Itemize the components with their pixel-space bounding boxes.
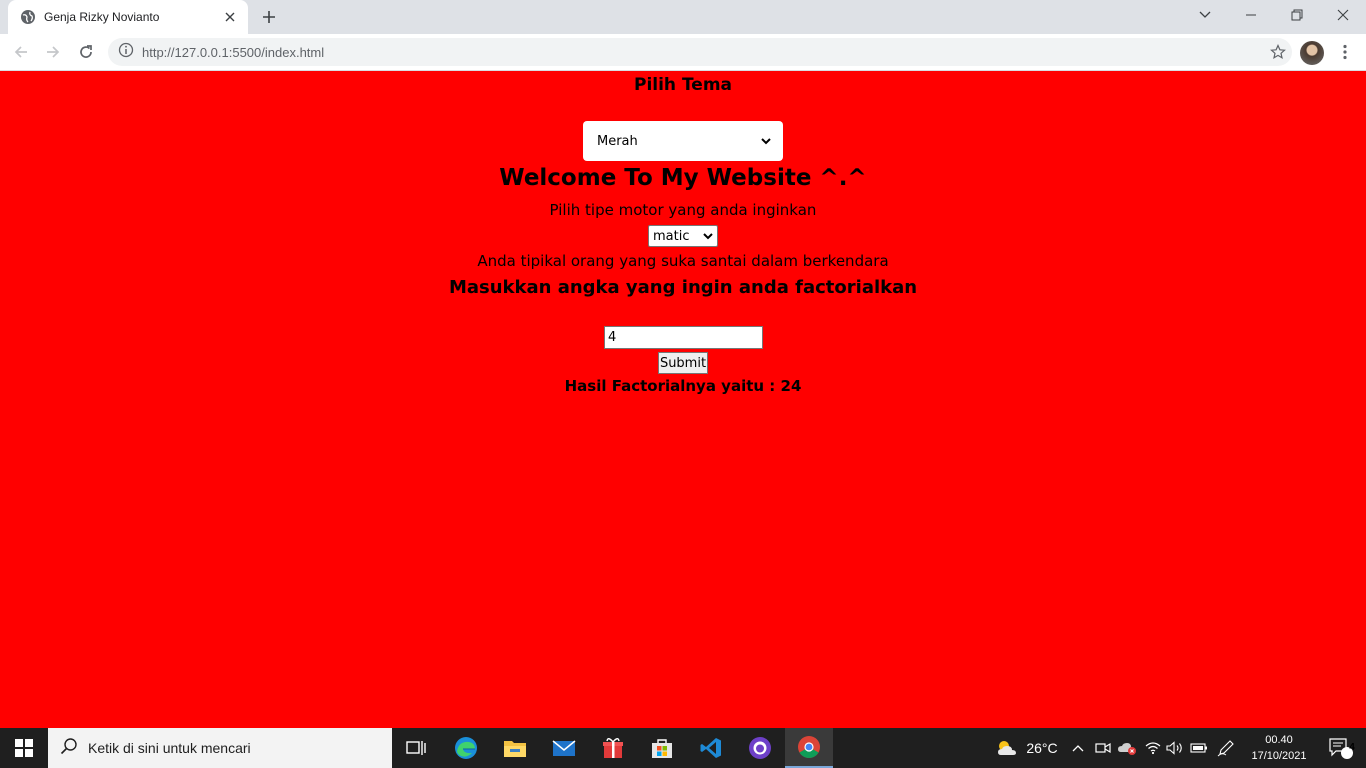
address-bar[interactable]: http://127.0.0.1:5500/index.html	[108, 38, 1292, 66]
motor-select-value: matic	[653, 228, 690, 244]
theme-title: Pilih Tema	[633, 75, 732, 95]
browser-toolbar: http://127.0.0.1:5500/index.html	[0, 34, 1366, 71]
onedrive-error-icon[interactable]	[1116, 728, 1138, 768]
search-placeholder: Ketik di sini untuk mencari	[88, 740, 251, 756]
restore-icon[interactable]	[1274, 0, 1320, 30]
submit-button[interactable]: Submit	[658, 352, 708, 374]
battery-icon[interactable]	[1188, 728, 1210, 768]
vscode-icon[interactable]	[687, 728, 735, 768]
close-window-icon[interactable]	[1320, 0, 1366, 30]
tab-title: Genja Rizky Novianto	[44, 10, 160, 24]
notification-count: 4	[1349, 742, 1355, 753]
chevron-down-icon	[761, 134, 771, 149]
mail-icon[interactable]	[540, 728, 588, 768]
back-arrow-icon[interactable]	[8, 39, 34, 65]
wifi-icon[interactable]	[1142, 728, 1164, 768]
chevron-down-icon	[703, 229, 713, 244]
factorial-input[interactable]	[604, 326, 763, 349]
browser-tab[interactable]: Genja Rizky Novianto	[8, 0, 248, 34]
notification-icon[interactable]: 4	[1320, 728, 1360, 768]
edge-icon[interactable]	[442, 728, 490, 768]
motor-result-text: Anda tipikal orang yang suka santai dala…	[477, 252, 889, 270]
globe-icon	[20, 9, 36, 25]
theme-select-value: Merah	[597, 133, 638, 149]
task-view-icon[interactable]	[392, 728, 440, 768]
new-tab-icon[interactable]	[258, 6, 280, 28]
chrome-icon[interactable]	[785, 728, 833, 768]
taskbar: Ketik di sini untuk mencari 26°C 00.40 1…	[0, 728, 1366, 768]
clock-time: 00.40	[1265, 734, 1293, 746]
clock-date: 17/10/2021	[1251, 750, 1307, 762]
chevron-up-icon[interactable]	[1068, 728, 1088, 768]
minimize-icon[interactable]	[1228, 0, 1274, 30]
factorial-heading: Masukkan angka yang ingin anda factorial…	[448, 277, 918, 298]
bookmark-star-icon[interactable]	[1264, 38, 1292, 66]
factorial-result: Hasil Factorialnya yaitu : 24	[564, 377, 802, 395]
browser-tab-strip: Genja Rizky Novianto	[0, 0, 1366, 34]
weather-temperature[interactable]: 26°C	[1022, 728, 1062, 768]
search-icon	[60, 737, 78, 759]
more-menu-icon[interactable]	[1332, 39, 1358, 65]
close-tab-icon[interactable]	[222, 9, 238, 25]
taskbar-search[interactable]: Ketik di sini untuk mencari	[48, 728, 392, 768]
windows-start-icon[interactable]	[0, 728, 48, 768]
info-icon[interactable]	[118, 42, 134, 62]
forward-arrow-icon[interactable]	[40, 39, 66, 65]
github-desktop-icon[interactable]	[736, 728, 784, 768]
profile-avatar[interactable]	[1300, 41, 1324, 65]
page-content: Pilih Tema Merah Welcome To My Website ^…	[0, 71, 1366, 728]
theme-select[interactable]: Merah	[583, 121, 783, 161]
taskbar-clock[interactable]: 00.40 17/10/2021	[1244, 728, 1314, 768]
motor-label: Pilih tipe motor yang anda inginkan	[549, 201, 817, 219]
reload-icon[interactable]	[73, 39, 99, 65]
meet-now-icon[interactable]	[1092, 728, 1114, 768]
weather-icon[interactable]	[992, 728, 1022, 768]
file-explorer-icon[interactable]	[491, 728, 539, 768]
store-icon[interactable]	[638, 728, 686, 768]
pen-icon[interactable]	[1214, 728, 1238, 768]
motor-select[interactable]: matic	[648, 225, 718, 247]
welcome-heading: Welcome To My Website ^.^	[499, 165, 867, 191]
volume-icon[interactable]	[1164, 728, 1186, 768]
gift-icon[interactable]	[589, 728, 637, 768]
tab-search-icon[interactable]	[1182, 0, 1228, 30]
url-text: http://127.0.0.1:5500/index.html	[142, 44, 325, 60]
